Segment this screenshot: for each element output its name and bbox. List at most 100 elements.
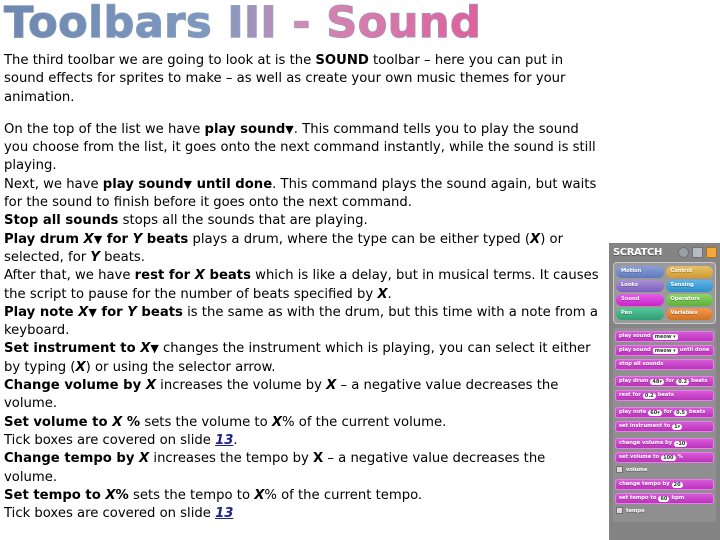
scratch-sound-palette-image: SCRATCH Motion Control Looks Sensing Sou… (609, 243, 720, 540)
play-note-bold-3: beats (136, 304, 183, 320)
block-label-suffix: until done (679, 347, 710, 353)
dropdown-arrow-icon: ▼ (150, 342, 159, 356)
category-pen[interactable]: Pen (616, 308, 664, 320)
block-beats-field[interactable]: 0.2 (642, 392, 656, 399)
change-volume-var-x: X (145, 378, 156, 394)
block-set-tempo[interactable]: set tempo to 60 bpm (615, 493, 714, 504)
until-done-bold-1: play sound (102, 176, 184, 192)
block-drum-field[interactable]: 48▾ (650, 378, 664, 385)
until-done-text-1: Next, we have (4, 176, 103, 192)
block-label: play note (619, 409, 647, 415)
intro-bold-sound: SOUND (315, 53, 369, 68)
block-play-drum[interactable]: play drum 48▾ for 0.2 beats (615, 376, 714, 387)
block-change-tempo[interactable]: change tempo by 20 (615, 479, 714, 490)
reporter-label: tempo (626, 507, 645, 514)
block-volume-delta-field[interactable]: -10 (674, 440, 688, 447)
set-volume-bold-1: Set volume to (4, 414, 113, 430)
block-instrument-field[interactable]: 1▾ (672, 423, 683, 430)
category-motion[interactable]: Motion (616, 266, 664, 278)
checkbox-icon[interactable] (616, 466, 623, 473)
block-play-sound[interactable]: play sound meow ▾ (615, 331, 714, 342)
slide-link-13[interactable]: 13 (215, 433, 233, 448)
play-note-bold-1: Play note (4, 304, 79, 320)
block-set-instrument[interactable]: set instrument to 1▾ (615, 421, 714, 432)
block-beats-field[interactable]: 0.5 (674, 409, 687, 416)
category-variables[interactable]: Variables (665, 308, 713, 320)
paragraph-change-tempo: Change tempo by X increases the tempo by… (4, 450, 602, 487)
stop-all-sounds-text: stops all the sounds that are playing. (118, 213, 368, 229)
block-label-suffix: % (677, 454, 683, 460)
block-stop-all-sounds[interactable]: stop all sounds (615, 359, 714, 370)
dropdown-arrow-icon: ▼ (183, 177, 192, 191)
block-label: set tempo to (619, 495, 657, 501)
set-tempo-text-1: sets the tempo to (128, 487, 255, 503)
block-change-volume[interactable]: change volume by -10 (615, 438, 714, 449)
block-label: stop all sounds (619, 361, 664, 367)
block-note-field[interactable]: 60▾ (648, 409, 662, 416)
change-tempo-bold-1: Change tempo by (4, 451, 140, 467)
scratch-block-list: play sound meow ▾ play sound meow ▾ unti… (613, 328, 716, 522)
rest-bold-2: beats (204, 268, 251, 284)
change-tempo-var-x2: X (313, 451, 324, 467)
play-note-bold-2: for (96, 304, 128, 320)
block-label: set volume to (619, 454, 660, 460)
block-tempo-delta-field[interactable]: 20 (671, 481, 683, 488)
play-note-var-y: Y (127, 304, 137, 320)
category-sound[interactable]: Sound (616, 294, 664, 306)
block-volume-field[interactable]: 100 (661, 454, 676, 461)
play-drum-text-1: plays a drum, where the type can be eith… (188, 231, 531, 247)
stop-all-sounds-bold: Stop all sounds (4, 213, 119, 229)
block-rest-for-beats[interactable]: rest for 0.2 beats (615, 390, 714, 401)
reporter-tempo[interactable]: tempo (616, 507, 714, 514)
block-beats-field[interactable]: 0.2 (676, 378, 690, 385)
rest-text-1: After that, we have (4, 268, 135, 284)
category-looks[interactable]: Looks (616, 280, 664, 292)
block-label: play sound (619, 333, 651, 339)
block-play-sound-until-done[interactable]: play sound meow ▾ until done (615, 345, 714, 356)
block-label: change tempo by (619, 481, 670, 487)
category-sensing[interactable]: Sensing (665, 280, 713, 292)
play-drum-text-3: beats. (99, 249, 145, 265)
save-icon[interactable] (692, 247, 703, 258)
scratch-header-icons (678, 247, 717, 258)
tick-boxes-text-1: Tick boxes are covered on slide (4, 432, 216, 448)
set-volume-var-x2: X (271, 414, 283, 430)
block-dropdown-field[interactable]: meow ▾ (652, 347, 678, 354)
change-tempo-text-1: increases the tempo by (149, 451, 314, 467)
block-label: play sound (619, 347, 651, 353)
block-label-suffix: beats (657, 392, 675, 398)
set-volume-text-1: sets the volume to (140, 414, 272, 430)
play-drum-var-x: X (83, 231, 94, 247)
change-volume-var-x2: X (326, 378, 337, 394)
change-volume-bold-1: Change volume by (4, 378, 146, 394)
block-set-volume[interactable]: set volume to 100 % (615, 452, 714, 463)
intro-text-1: The third toolbar we are going to look a… (4, 53, 316, 68)
block-dropdown-field[interactable]: meow ▾ (652, 333, 678, 340)
rest-var-x2: X (377, 286, 388, 302)
set-tempo-var-x: X (105, 487, 116, 503)
block-label: change volume by (619, 440, 673, 446)
scratch-header: SCRATCH (609, 243, 720, 261)
until-done-bold-2: until done (192, 176, 273, 192)
scratch-category-grid: Motion Control Looks Sensing Sound Opera… (613, 262, 716, 324)
play-drum-var-y: Y (132, 231, 143, 247)
slide-link-13-second[interactable]: 13 (215, 506, 233, 521)
block-label-mid: for (663, 409, 673, 415)
globe-icon[interactable] (678, 247, 689, 258)
set-volume-var-x: X (112, 414, 123, 430)
category-control[interactable]: Control (665, 266, 713, 278)
block-play-note[interactable]: play note 60▾ for 0.5 beats (615, 407, 714, 418)
share-icon[interactable] (706, 247, 717, 258)
play-drum-var-y2: Y (90, 249, 100, 265)
checkbox-icon[interactable] (616, 507, 623, 514)
set-instrument-var-x2: X (75, 359, 86, 375)
paragraph-play-sound-until-done: Next, we have play sound▼ until done. Th… (4, 176, 602, 213)
play-note-var-x: X (78, 304, 89, 320)
set-instrument-bold-1: Set instrument to (4, 341, 141, 357)
tick-boxes-text-2: . (233, 432, 238, 448)
rest-bold-1: rest for (134, 268, 195, 284)
block-tempo-field[interactable]: 60 (658, 495, 670, 502)
block-label-suffix: beats (691, 378, 708, 384)
category-operators[interactable]: Operators (665, 294, 713, 306)
reporter-volume[interactable]: volume (616, 466, 714, 473)
